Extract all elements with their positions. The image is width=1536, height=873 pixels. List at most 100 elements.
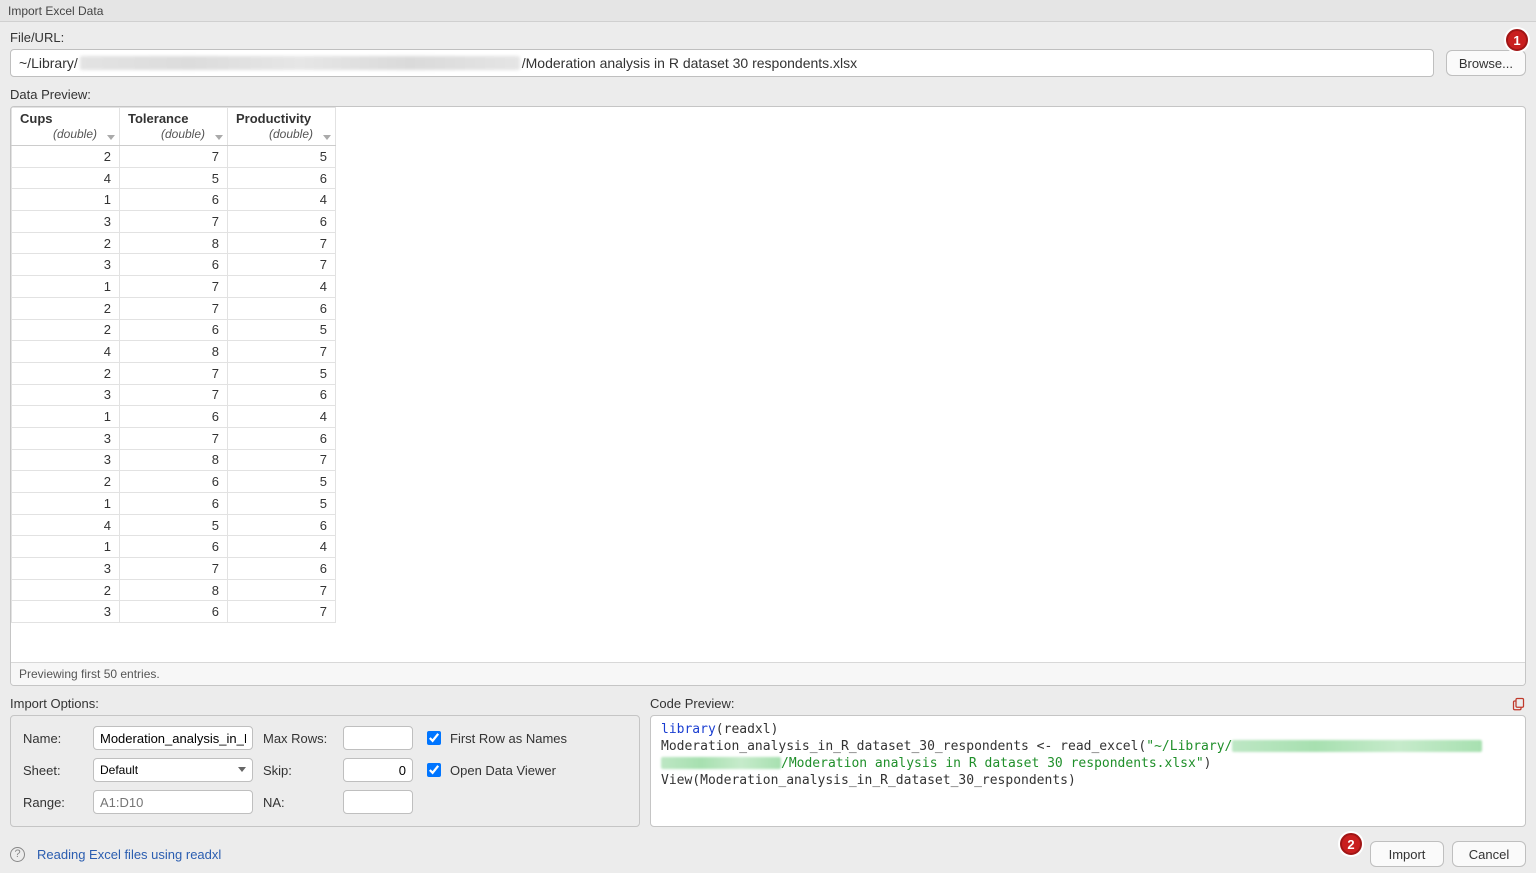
table-cell: 7 (228, 254, 336, 276)
na-input[interactable] (343, 790, 413, 814)
copy-code-icon[interactable] (1511, 696, 1526, 715)
table-cell: 6 (120, 493, 228, 515)
table-cell: 6 (228, 514, 336, 536)
table-cell: 2 (12, 362, 120, 384)
first-row-checkbox[interactable] (427, 731, 441, 745)
column-header[interactable]: Cups(double) (12, 108, 120, 146)
import-options-panel: Name: Max Rows: First Row as Names Sheet… (10, 715, 640, 827)
code-text: ) (1204, 756, 1212, 771)
table-cell: 4 (228, 189, 336, 211)
table-cell: 4 (228, 406, 336, 428)
file-url-input[interactable]: ~/Library/ /Moderation analysis in R dat… (10, 49, 1434, 77)
table-cell: 3 (12, 449, 120, 471)
browse-button[interactable]: Browse... (1446, 50, 1526, 76)
table-row: 164 (12, 536, 336, 558)
table-cell: 1 (12, 276, 120, 298)
file-url-label: File/URL: (10, 30, 1526, 45)
chevron-down-icon[interactable] (215, 135, 223, 140)
table-row: 174 (12, 276, 336, 298)
code-string: /Moderation analysis in R dataset 30 res… (781, 756, 1204, 771)
table-cell: 6 (228, 211, 336, 233)
code-string: "~/Library/ (1146, 739, 1232, 754)
column-type-text: (double) (20, 127, 111, 141)
skip-input[interactable] (343, 758, 413, 782)
table-row: 164 (12, 406, 336, 428)
table-cell: 2 (12, 579, 120, 601)
table-row: 275 (12, 146, 336, 168)
table-row: 376 (12, 211, 336, 233)
annotation-badge-1: 1 (1506, 29, 1528, 51)
table-cell: 7 (228, 579, 336, 601)
table-cell: 7 (120, 427, 228, 449)
code-text: Moderation_analysis_in_R_dataset_30_resp… (661, 739, 1146, 754)
table-cell: 7 (120, 276, 228, 298)
table-cell: 3 (12, 384, 120, 406)
open-viewer-checkbox[interactable] (427, 763, 441, 777)
table-cell: 2 (12, 471, 120, 493)
table-cell: 8 (120, 341, 228, 363)
name-label: Name: (23, 731, 83, 746)
table-cell: 8 (120, 232, 228, 254)
help-icon[interactable]: ? (10, 847, 25, 862)
first-row-label: First Row as Names (450, 731, 567, 746)
table-cell: 6 (120, 536, 228, 558)
data-preview-label: Data Preview: (10, 87, 1526, 102)
file-path-suffix: /Moderation analysis in R dataset 30 res… (522, 55, 857, 71)
na-label: NA: (263, 795, 333, 810)
max-rows-input[interactable] (343, 726, 413, 750)
preview-footer-text: Previewing first 50 entries. (11, 662, 1525, 685)
column-type-text: (double) (128, 127, 219, 141)
chevron-down-icon[interactable] (323, 135, 331, 140)
column-name-text: Tolerance (128, 111, 188, 126)
table-row: 164 (12, 189, 336, 211)
code-text: View(Moderation_analysis_in_R_dataset_30… (661, 773, 1076, 788)
column-type-text: (double) (236, 127, 327, 141)
table-cell: 5 (228, 319, 336, 341)
range-label: Range: (23, 795, 83, 810)
table-cell: 7 (120, 297, 228, 319)
code-preview-panel[interactable]: library(readxl) Moderation_analysis_in_R… (650, 715, 1526, 827)
table-cell: 1 (12, 189, 120, 211)
code-text: (readxl) (716, 722, 779, 737)
table-row: 265 (12, 319, 336, 341)
table-cell: 8 (120, 449, 228, 471)
help-link[interactable]: Reading Excel files using readxl (37, 847, 221, 862)
table-cell: 6 (120, 254, 228, 276)
max-rows-label: Max Rows: (263, 731, 333, 746)
range-input[interactable] (93, 790, 253, 814)
table-cell: 4 (12, 341, 120, 363)
table-cell: 4 (228, 276, 336, 298)
chevron-down-icon[interactable] (107, 135, 115, 140)
table-cell: 7 (120, 558, 228, 580)
table-row: 487 (12, 341, 336, 363)
table-cell: 4 (228, 536, 336, 558)
table-cell: 7 (228, 601, 336, 623)
table-row: 456 (12, 514, 336, 536)
table-cell: 6 (228, 167, 336, 189)
column-header[interactable]: Tolerance(double) (120, 108, 228, 146)
table-cell: 4 (12, 514, 120, 536)
table-cell: 3 (12, 601, 120, 623)
name-input[interactable] (93, 726, 253, 750)
table-cell: 6 (120, 471, 228, 493)
table-cell: 5 (228, 146, 336, 168)
table-row: 275 (12, 362, 336, 384)
table-cell: 2 (12, 297, 120, 319)
table-cell: 5 (120, 167, 228, 189)
table-cell: 1 (12, 493, 120, 515)
import-options-label: Import Options: (10, 696, 640, 711)
table-cell: 5 (228, 471, 336, 493)
import-button[interactable]: Import (1370, 841, 1444, 867)
sheet-select[interactable] (93, 758, 253, 782)
table-cell: 6 (120, 319, 228, 341)
table-cell: 2 (12, 232, 120, 254)
table-cell: 4 (12, 167, 120, 189)
table-row: 367 (12, 601, 336, 623)
table-cell: 3 (12, 427, 120, 449)
table-cell: 6 (228, 427, 336, 449)
code-redacted (1232, 740, 1482, 752)
window-title: Import Excel Data (0, 0, 1536, 22)
table-cell: 8 (120, 579, 228, 601)
column-header[interactable]: Productivity(double) (228, 108, 336, 146)
cancel-button[interactable]: Cancel (1452, 841, 1526, 867)
